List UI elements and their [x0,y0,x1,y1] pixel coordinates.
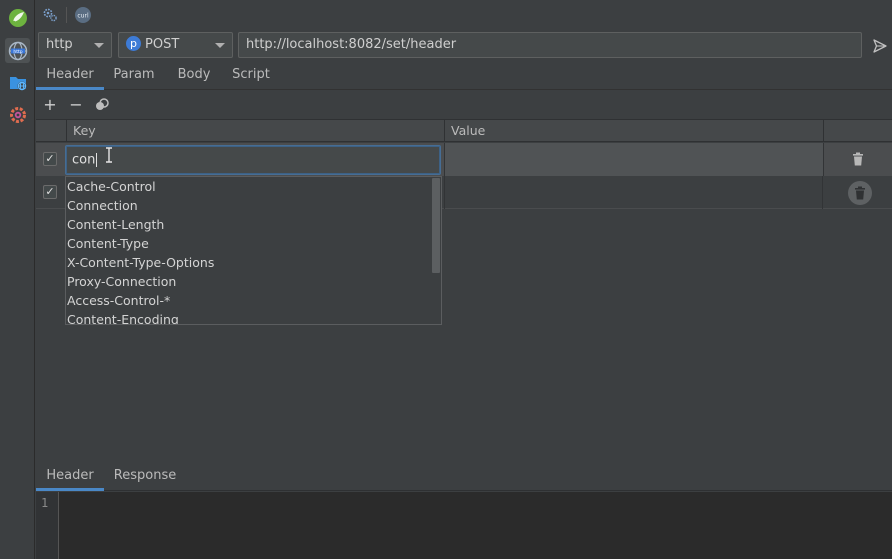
tab-body[interactable]: Body [170,64,218,90]
response-editor[interactable]: 1 [36,492,892,559]
text-cursor-icon [105,147,113,173]
table-header-row: Key Value [36,119,892,142]
folder-web-icon[interactable] [5,70,30,95]
header-table-toolbar: + − [36,92,892,118]
chevron-down-icon [94,43,104,48]
method-select[interactable]: p POST [118,32,233,58]
protocol-value: http [46,37,73,52]
settings-flower-icon[interactable] [5,102,30,127]
autocomplete-item[interactable]: Cache-Control [66,177,441,196]
value-cell[interactable] [444,176,823,209]
tool-window-stripe: http [0,0,35,559]
curl-icon-label: curl [77,12,89,19]
request-tabs: Header Param Body Script [36,64,892,90]
column-actions [823,120,892,142]
toolbar-divider [66,7,67,23]
column-key: Key [66,120,444,142]
actions-cell [822,176,892,209]
autocomplete-item[interactable]: Access-Control-* [66,291,441,310]
column-value: Value [444,120,823,142]
value-cell[interactable] [444,143,823,176]
autocomplete-item[interactable]: Content-Length [66,215,441,234]
autocomplete-popup: Cache-Control Connection Content-Length … [65,176,442,325]
url-input[interactable]: http://localhost:8082/set/header [238,32,862,58]
tab-response-body[interactable]: Response [112,464,178,491]
method-value: POST [145,37,180,52]
table-row[interactable]: ✓ con [36,143,892,176]
http-client-icon[interactable]: http [5,38,30,63]
autocomplete-item[interactable]: Connection [66,196,441,215]
protocol-select[interactable]: http [38,32,112,58]
tab-response-header[interactable]: Header [36,464,104,491]
autocomplete-item[interactable]: Proxy-Connection [66,272,441,291]
copy-icon[interactable] [92,95,112,115]
method-badge: p [126,36,141,51]
text-caret [96,153,98,167]
row-enabled-checkbox[interactable]: ✓ [43,152,57,166]
tab-param[interactable]: Param [108,64,160,90]
remove-icon[interactable]: − [66,95,86,115]
top-toolbar: curl [36,0,892,30]
add-icon[interactable]: + [40,95,60,115]
response-tabs: Header Response [36,464,892,491]
autocomplete-item[interactable]: Content-Type [66,234,441,253]
autocomplete-item[interactable]: Content-Encoding [66,310,441,324]
gear-icon[interactable] [39,4,61,26]
tab-header[interactable]: Header [36,64,104,90]
editor-gutter: 1 [36,492,59,559]
trash-icon[interactable] [848,181,872,205]
chevron-down-icon [215,43,225,48]
key-input[interactable]: con [66,146,440,174]
svg-text:http: http [13,48,22,54]
row-enabled-checkbox[interactable]: ✓ [43,185,57,199]
actions-cell [823,143,892,176]
trash-icon[interactable] [851,152,865,166]
line-number: 1 [41,496,49,510]
popup-scrollbar[interactable] [432,178,440,273]
key-input-value: con [72,152,96,168]
curl-import-button[interactable]: curl [72,4,94,26]
tab-script[interactable]: Script [226,64,276,90]
send-icon[interactable] [870,36,890,56]
spring-icon[interactable] [5,5,30,30]
autocomplete-item[interactable]: X-Content-Type-Options [66,253,441,272]
